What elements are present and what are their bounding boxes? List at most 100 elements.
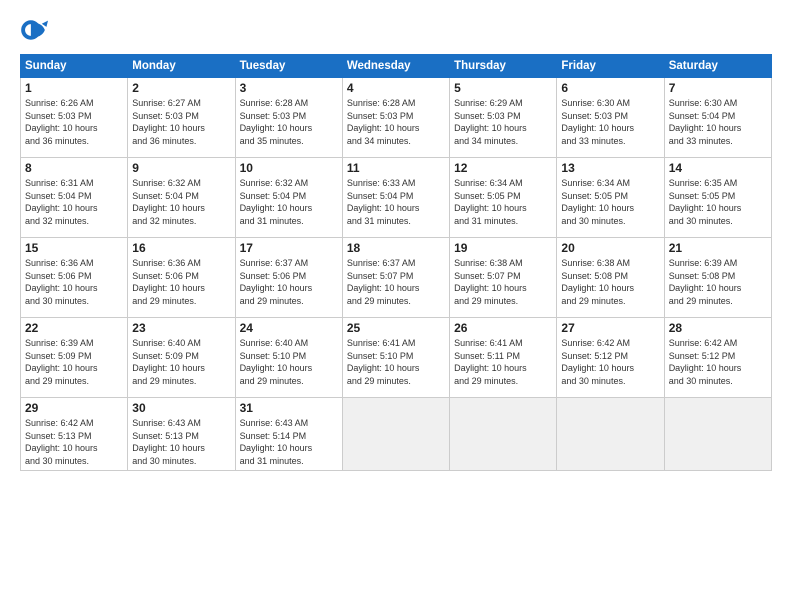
day-number: 10 bbox=[240, 161, 338, 175]
calendar-body: 1 Sunrise: 6:26 AM Sunset: 5:03 PM Daylig… bbox=[21, 78, 772, 471]
day-number: 24 bbox=[240, 321, 338, 335]
day-info: Sunrise: 6:41 AM Sunset: 5:11 PM Dayligh… bbox=[454, 337, 552, 387]
calendar-cell: 6 Sunrise: 6:30 AM Sunset: 5:03 PM Daylig… bbox=[557, 78, 664, 158]
calendar-cell bbox=[664, 398, 771, 471]
day-header-thursday: Thursday bbox=[450, 55, 557, 78]
day-number: 17 bbox=[240, 241, 338, 255]
logo bbox=[20, 16, 52, 44]
day-number: 27 bbox=[561, 321, 659, 335]
day-number: 15 bbox=[25, 241, 123, 255]
day-info: Sunrise: 6:40 AM Sunset: 5:10 PM Dayligh… bbox=[240, 337, 338, 387]
day-info: Sunrise: 6:43 AM Sunset: 5:13 PM Dayligh… bbox=[132, 417, 230, 467]
calendar: SundayMondayTuesdayWednesdayThursdayFrid… bbox=[20, 54, 772, 471]
day-info: Sunrise: 6:28 AM Sunset: 5:03 PM Dayligh… bbox=[240, 97, 338, 147]
calendar-cell: 29 Sunrise: 6:42 AM Sunset: 5:13 PM Dayli… bbox=[21, 398, 128, 471]
day-info: Sunrise: 6:42 AM Sunset: 5:13 PM Dayligh… bbox=[25, 417, 123, 467]
calendar-cell: 3 Sunrise: 6:28 AM Sunset: 5:03 PM Daylig… bbox=[235, 78, 342, 158]
day-header-friday: Friday bbox=[557, 55, 664, 78]
calendar-cell: 27Sunrise: 6:42 AM Sunset: 5:12 PM Dayli… bbox=[557, 318, 664, 398]
day-number: 21 bbox=[669, 241, 767, 255]
day-header-sunday: Sunday bbox=[21, 55, 128, 78]
day-number: 16 bbox=[132, 241, 230, 255]
calendar-cell: 4 Sunrise: 6:28 AM Sunset: 5:03 PM Daylig… bbox=[342, 78, 449, 158]
day-info: Sunrise: 6:35 AM Sunset: 5:05 PM Dayligh… bbox=[669, 177, 767, 227]
day-info: Sunrise: 6:33 AM Sunset: 5:04 PM Dayligh… bbox=[347, 177, 445, 227]
calendar-cell: 8Sunrise: 6:31 AM Sunset: 5:04 PM Daylig… bbox=[21, 158, 128, 238]
day-info: Sunrise: 6:38 AM Sunset: 5:07 PM Dayligh… bbox=[454, 257, 552, 307]
day-info: Sunrise: 6:27 AM Sunset: 5:03 PM Dayligh… bbox=[132, 97, 230, 147]
day-info: Sunrise: 6:39 AM Sunset: 5:09 PM Dayligh… bbox=[25, 337, 123, 387]
calendar-cell: 16 Sunrise: 6:36 AM Sunset: 5:06 PM Dayli… bbox=[128, 238, 235, 318]
calendar-cell: 18 Sunrise: 6:37 AM Sunset: 5:07 PM Dayli… bbox=[342, 238, 449, 318]
day-number: 11 bbox=[347, 161, 445, 175]
day-number: 23 bbox=[132, 321, 230, 335]
day-number: 22 bbox=[25, 321, 123, 335]
day-number: 5 bbox=[454, 81, 552, 95]
day-info: Sunrise: 6:36 AM Sunset: 5:06 PM Dayligh… bbox=[25, 257, 123, 307]
day-info: Sunrise: 6:34 AM Sunset: 5:05 PM Dayligh… bbox=[454, 177, 552, 227]
day-info: Sunrise: 6:37 AM Sunset: 5:07 PM Dayligh… bbox=[347, 257, 445, 307]
day-info: Sunrise: 6:37 AM Sunset: 5:06 PM Dayligh… bbox=[240, 257, 338, 307]
calendar-cell: 12 Sunrise: 6:34 AM Sunset: 5:05 PM Dayli… bbox=[450, 158, 557, 238]
day-header-wednesday: Wednesday bbox=[342, 55, 449, 78]
calendar-cell: 9 Sunrise: 6:32 AM Sunset: 5:04 PM Daylig… bbox=[128, 158, 235, 238]
day-number: 20 bbox=[561, 241, 659, 255]
day-number: 13 bbox=[561, 161, 659, 175]
day-info: Sunrise: 6:30 AM Sunset: 5:04 PM Dayligh… bbox=[669, 97, 767, 147]
calendar-cell: 31 Sunrise: 6:43 AM Sunset: 5:14 PM Dayli… bbox=[235, 398, 342, 471]
day-number: 29 bbox=[25, 401, 123, 415]
day-info: Sunrise: 6:31 AM Sunset: 5:04 PM Dayligh… bbox=[25, 177, 123, 227]
calendar-cell: 25 Sunrise: 6:41 AM Sunset: 5:10 PM Dayli… bbox=[342, 318, 449, 398]
day-info: Sunrise: 6:26 AM Sunset: 5:03 PM Dayligh… bbox=[25, 97, 123, 147]
day-number: 28 bbox=[669, 321, 767, 335]
calendar-cell: 13 Sunrise: 6:34 AM Sunset: 5:05 PM Dayli… bbox=[557, 158, 664, 238]
calendar-cell bbox=[450, 398, 557, 471]
calendar-cell: 14 Sunrise: 6:35 AM Sunset: 5:05 PM Dayli… bbox=[664, 158, 771, 238]
calendar-cell: 28 Sunrise: 6:42 AM Sunset: 5:12 PM Dayli… bbox=[664, 318, 771, 398]
day-header-tuesday: Tuesday bbox=[235, 55, 342, 78]
day-info: Sunrise: 6:42 AM Sunset: 5:12 PM Dayligh… bbox=[669, 337, 767, 387]
day-info: Sunrise: 6:36 AM Sunset: 5:06 PM Dayligh… bbox=[132, 257, 230, 307]
calendar-header: SundayMondayTuesdayWednesdayThursdayFrid… bbox=[21, 55, 772, 78]
calendar-cell: 5 Sunrise: 6:29 AM Sunset: 5:03 PM Daylig… bbox=[450, 78, 557, 158]
calendar-cell: 21 Sunrise: 6:39 AM Sunset: 5:08 PM Dayli… bbox=[664, 238, 771, 318]
day-number: 31 bbox=[240, 401, 338, 415]
calendar-cell: 17 Sunrise: 6:37 AM Sunset: 5:06 PM Dayli… bbox=[235, 238, 342, 318]
day-info: Sunrise: 6:34 AM Sunset: 5:05 PM Dayligh… bbox=[561, 177, 659, 227]
calendar-cell: 20 Sunrise: 6:38 AM Sunset: 5:08 PM Dayli… bbox=[557, 238, 664, 318]
day-info: Sunrise: 6:38 AM Sunset: 5:08 PM Dayligh… bbox=[561, 257, 659, 307]
day-number: 14 bbox=[669, 161, 767, 175]
calendar-cell: 10 Sunrise: 6:32 AM Sunset: 5:04 PM Dayli… bbox=[235, 158, 342, 238]
calendar-cell: 11 Sunrise: 6:33 AM Sunset: 5:04 PM Dayli… bbox=[342, 158, 449, 238]
day-info: Sunrise: 6:30 AM Sunset: 5:03 PM Dayligh… bbox=[561, 97, 659, 147]
day-number: 4 bbox=[347, 81, 445, 95]
day-number: 18 bbox=[347, 241, 445, 255]
calendar-cell: 15 Sunrise: 6:36 AM Sunset: 5:06 PM Dayli… bbox=[21, 238, 128, 318]
calendar-cell: 24 Sunrise: 6:40 AM Sunset: 5:10 PM Dayli… bbox=[235, 318, 342, 398]
calendar-cell bbox=[557, 398, 664, 471]
calendar-cell: 26Sunrise: 6:41 AM Sunset: 5:11 PM Dayli… bbox=[450, 318, 557, 398]
calendar-cell: 30 Sunrise: 6:43 AM Sunset: 5:13 PM Dayli… bbox=[128, 398, 235, 471]
day-number: 1 bbox=[25, 81, 123, 95]
day-info: Sunrise: 6:32 AM Sunset: 5:04 PM Dayligh… bbox=[132, 177, 230, 227]
calendar-cell: 19Sunrise: 6:38 AM Sunset: 5:07 PM Dayli… bbox=[450, 238, 557, 318]
day-info: Sunrise: 6:28 AM Sunset: 5:03 PM Dayligh… bbox=[347, 97, 445, 147]
day-number: 9 bbox=[132, 161, 230, 175]
calendar-cell: 7 Sunrise: 6:30 AM Sunset: 5:04 PM Daylig… bbox=[664, 78, 771, 158]
day-number: 6 bbox=[561, 81, 659, 95]
day-info: Sunrise: 6:39 AM Sunset: 5:08 PM Dayligh… bbox=[669, 257, 767, 307]
calendar-cell bbox=[342, 398, 449, 471]
calendar-cell: 22 Sunrise: 6:39 AM Sunset: 5:09 PM Dayli… bbox=[21, 318, 128, 398]
calendar-cell: 1 Sunrise: 6:26 AM Sunset: 5:03 PM Daylig… bbox=[21, 78, 128, 158]
day-number: 12 bbox=[454, 161, 552, 175]
day-number: 30 bbox=[132, 401, 230, 415]
day-info: Sunrise: 6:41 AM Sunset: 5:10 PM Dayligh… bbox=[347, 337, 445, 387]
day-number: 2 bbox=[132, 81, 230, 95]
day-info: Sunrise: 6:29 AM Sunset: 5:03 PM Dayligh… bbox=[454, 97, 552, 147]
day-number: 7 bbox=[669, 81, 767, 95]
day-info: Sunrise: 6:32 AM Sunset: 5:04 PM Dayligh… bbox=[240, 177, 338, 227]
day-header-saturday: Saturday bbox=[664, 55, 771, 78]
day-number: 3 bbox=[240, 81, 338, 95]
day-number: 25 bbox=[347, 321, 445, 335]
day-info: Sunrise: 6:43 AM Sunset: 5:14 PM Dayligh… bbox=[240, 417, 338, 467]
